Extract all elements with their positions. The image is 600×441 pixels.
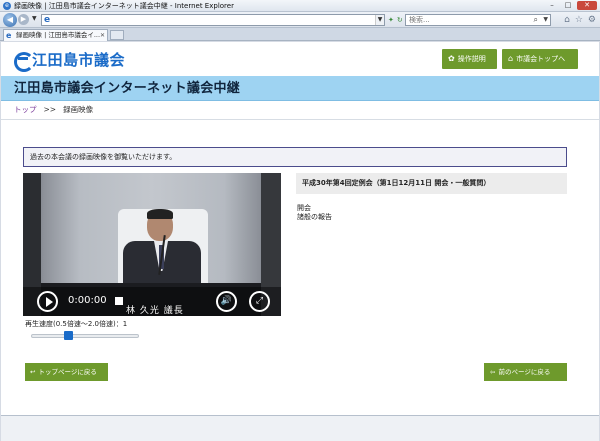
seek-handle[interactable] — [115, 297, 123, 305]
council-top-button[interactable]: ⌂ 市議会トップへ — [502, 49, 578, 69]
back-to-top-button[interactable]: ↩ トップページに戻る — [25, 363, 108, 381]
forward-icon[interactable]: ▶ — [18, 14, 29, 25]
address-actions: ✦ ↻ — [388, 14, 403, 26]
settings-icon[interactable]: ⚙ — [588, 14, 596, 26]
ie-logo-icon: e — [44, 15, 51, 25]
compat-view-icon[interactable]: ✦ — [388, 14, 394, 26]
breadcrumb-divider — [1, 119, 599, 120]
page-title: 江田島市議会インターネット議会中継 — [14, 81, 241, 96]
logo-text: 江田島市議会 — [32, 50, 126, 69]
video-time: 0:00:00 — [68, 295, 107, 306]
new-tab-button[interactable] — [110, 30, 124, 40]
site-logo[interactable]: 江田島市議会 — [14, 50, 126, 72]
breadcrumb: トップ >> 録画映像 — [14, 104, 93, 116]
tab-title: 録画映像 | 江田島市議会イ... — [16, 31, 101, 39]
tab-close-icon[interactable]: ✕ — [100, 30, 105, 41]
address-dropdown-icon[interactable]: ▼ — [375, 15, 384, 25]
favorites-icon[interactable]: ☆ — [575, 14, 583, 26]
page-content: 江田島市議会 ✿ 操作説明 ⌂ 市議会トップへ 江田島市議会インターネット議会中… — [1, 42, 599, 415]
home-icon[interactable]: ⌂ — [564, 14, 570, 26]
speed-slider-handle[interactable] — [64, 331, 73, 340]
window-title: 録画映像 | 江田島市議会インターネット議会中継 - Internet Expl… — [14, 2, 234, 10]
guide-button-label: 操作説明 — [457, 55, 486, 63]
close-button[interactable]: ✕ — [577, 1, 597, 10]
speed-label: 再生速度(0.5倍速～2.0倍速)：1 — [25, 320, 128, 328]
agenda-item[interactable]: 開会 — [297, 204, 332, 213]
ie-logo-icon: e — [3, 2, 11, 10]
session-title: 平成30年第4回定例会（第1日12月11日 開会・一般質問） — [296, 173, 567, 194]
volume-icon[interactable]: 🔊 — [216, 291, 237, 312]
building-icon: ⌂ — [508, 54, 514, 63]
browser-tab[interactable]: e 録画映像 | 江田島市議会イ... ✕ — [3, 29, 108, 41]
agenda-item[interactable]: 諸般の報告 — [297, 213, 332, 222]
search-icon[interactable]: ⌕ — [534, 15, 538, 25]
window-controls: – □ ✕ — [545, 1, 597, 10]
search-dropdown-icon[interactable]: ▼ — [543, 15, 548, 25]
minimize-button[interactable]: – — [545, 1, 559, 10]
back-icon[interactable]: ◀ — [3, 13, 17, 27]
play-icon[interactable] — [37, 291, 58, 312]
gear-icon: ✿ — [448, 54, 455, 63]
breadcrumb-current: 録画映像 — [63, 105, 94, 114]
video-caption: 林 久光 議長 — [126, 306, 184, 316]
previous-page-label: 前のページに戻る — [498, 368, 551, 376]
search-placeholder: 検索... — [409, 16, 430, 24]
return-icon: ↩ — [30, 368, 36, 376]
breadcrumb-separator: >> — [43, 105, 57, 114]
refresh-icon[interactable]: ↻ — [397, 14, 403, 26]
title-banner: 江田島市議会インターネット議会中継 — [1, 76, 599, 101]
back-to-top-label: トップページに戻る — [38, 368, 97, 376]
search-box[interactable]: 検索... ⌕ ▼ — [405, 14, 551, 26]
arrow-left-icon: ⇦ — [490, 368, 496, 376]
previous-page-button[interactable]: ⇦ 前のページに戻る — [484, 363, 567, 381]
video-player[interactable]: 0:00:00 🔊 ⤢ 林 久光 議長 — [23, 173, 281, 316]
navigation-bar: ◀ ▶ ▼ e ▼ ✦ ↻ 検索... ⌕ ▼ ⌂ ☆ ⚙ — [0, 12, 600, 28]
speed-slider[interactable] — [31, 334, 139, 338]
tab-bar: e 録画映像 | 江田島市議会イ... ✕ — [0, 28, 600, 41]
fullscreen-icon[interactable]: ⤢ — [249, 291, 270, 312]
notice-box: 過去の本会議の録画映像を御覧いただけます。 — [23, 147, 567, 167]
history-dropdown-icon[interactable]: ▼ — [32, 15, 37, 22]
agenda-list: 開会 諸般の報告 — [297, 204, 332, 222]
ie-logo-icon: e — [6, 31, 12, 40]
breadcrumb-home-link[interactable]: トップ — [14, 104, 37, 116]
browser-tools: ⌂ ☆ ⚙ — [564, 14, 596, 26]
maximize-button[interactable]: □ — [561, 1, 575, 10]
status-bar — [1, 415, 599, 441]
guide-button[interactable]: ✿ 操作説明 — [442, 49, 497, 69]
address-bar[interactable]: e ▼ — [41, 14, 385, 26]
logo-mark-icon — [14, 52, 34, 72]
council-top-button-label: 市議会トップへ — [516, 55, 566, 63]
window-titlebar: e 録画映像 | 江田島市議会インターネット議会中継 - Internet Ex… — [0, 0, 600, 12]
